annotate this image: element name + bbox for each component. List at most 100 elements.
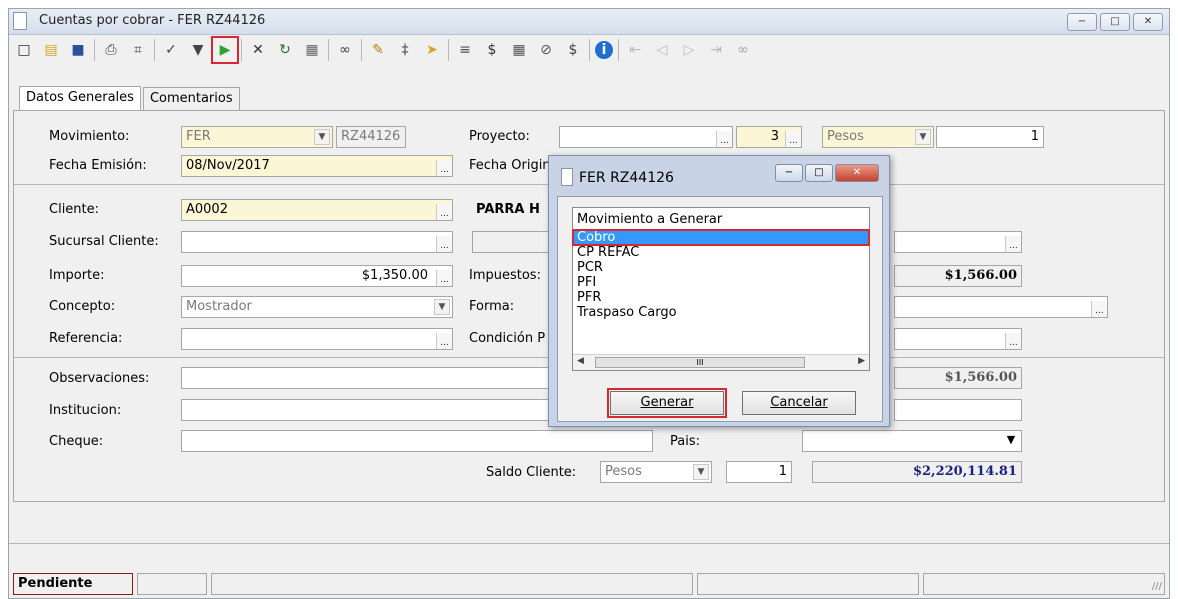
list-item[interactable]: Cobro [572, 229, 870, 246]
tipo-cambio-input[interactable]: 1 [936, 126, 1044, 148]
status-cell [211, 573, 693, 595]
condicion-input[interactable]: ... [894, 328, 1022, 350]
chevron-down-icon[interactable]: ▼ [915, 129, 931, 145]
document-icon [13, 12, 27, 30]
toolbar-separator [618, 39, 619, 61]
institucion-input[interactable] [181, 399, 561, 421]
resize-grip-icon[interactable]: /// [1152, 581, 1162, 592]
tab-comentarios[interactable]: Comentarios [142, 87, 240, 111]
cheque-label: Cheque: [49, 434, 104, 449]
print-icon[interactable]: ⎙ [100, 39, 122, 61]
ellipsis-icon[interactable]: ... [436, 333, 452, 349]
status-cell [697, 573, 919, 595]
list-header: Movimiento a Generar [573, 208, 869, 230]
dollar-icon[interactable]: $ [481, 39, 503, 61]
ellipsis-icon[interactable]: ... [436, 236, 452, 252]
proyecto-number[interactable]: 3... [736, 126, 802, 148]
info-icon[interactable]: i [595, 41, 613, 59]
ellipsis-icon[interactable]: ... [1005, 333, 1021, 349]
filter-icon[interactable]: ▼ [187, 39, 209, 61]
forma-input[interactable]: ... [894, 296, 1108, 318]
generate-dialog: FER RZ44126 − □ ✕ Movimiento a Generar C… [548, 155, 890, 427]
scroll-right-icon[interactable]: ▶ [858, 356, 865, 366]
link-icon[interactable]: ∞ [334, 39, 356, 61]
list-item[interactable]: PFI [573, 275, 869, 290]
observaciones-input[interactable] [181, 367, 561, 389]
saldo-cliente-field: $2,220,114.81 [812, 461, 1022, 483]
cliente-input[interactable]: A0002... [181, 199, 453, 221]
spellcheck-icon[interactable]: ✓ [160, 39, 182, 61]
fecha-emision-input[interactable]: 08/Nov/2017... [181, 155, 453, 177]
tab-datos-generales[interactable]: Datos Generales [19, 86, 141, 110]
cfdi-icon[interactable]: ▦ [301, 39, 323, 61]
prev-record-icon[interactable]: ◁ [651, 39, 673, 61]
next-record-icon[interactable]: ▷ [678, 39, 700, 61]
ellipsis-icon[interactable]: ... [1091, 301, 1107, 317]
fecha-emision-label: Fecha Emisión: [49, 158, 147, 173]
scroll-left-icon[interactable]: ◀ [577, 356, 584, 366]
movimiento-select[interactable]: FER ▼ [181, 126, 333, 148]
attach-icon[interactable]: ‡ [394, 39, 416, 61]
edit-icon[interactable]: ✎ [367, 39, 389, 61]
payment-icon[interactable]: $ [562, 39, 584, 61]
movimiento-list[interactable]: Movimiento a Generar Cobro CP REFAC PCR PFI… [572, 207, 870, 371]
forward-icon[interactable]: ➤ [421, 39, 443, 61]
refresh-icon[interactable]: ↻ [274, 39, 296, 61]
ellipsis-icon[interactable]: ... [1005, 236, 1021, 252]
list-item[interactable]: PFR [573, 290, 869, 305]
concepto-select[interactable]: Mostrador ▼ [181, 296, 453, 318]
tag-icon[interactable]: ⊘ [535, 39, 557, 61]
referencia-label: Referencia: [49, 331, 123, 346]
side-lookup-input[interactable]: ... [894, 231, 1022, 253]
users-icon[interactable]: ∞ [732, 39, 754, 61]
first-record-icon[interactable]: ⇤ [624, 39, 646, 61]
minimize-button[interactable]: − [1067, 13, 1097, 31]
last-record-icon[interactable]: ⇥ [705, 39, 727, 61]
pais-select[interactable]: ▼ [802, 430, 1022, 452]
generar-button[interactable]: Generar [607, 388, 727, 418]
save-icon[interactable]: ■ [67, 39, 89, 61]
sucursal-input[interactable]: ... [181, 231, 453, 253]
window-title: Cuentas por cobrar - FER RZ44126 [39, 13, 266, 28]
proyecto-input[interactable]: ... [559, 126, 733, 148]
saldo-moneda-select[interactable]: Pesos ▼ [600, 461, 712, 483]
new-doc-icon[interactable]: □ [13, 39, 35, 61]
importe-input[interactable]: $1,350.00... [181, 265, 453, 287]
dialog-minimize-button[interactable]: − [775, 164, 803, 182]
importe-label: Importe: [49, 268, 105, 283]
ellipsis-icon[interactable]: ... [716, 131, 732, 147]
calculator-icon[interactable]: ▦ [508, 39, 530, 61]
chevron-down-icon[interactable]: ▼ [434, 299, 450, 315]
list-item[interactable]: CP REFAC [573, 245, 869, 260]
play-affect-icon[interactable]: ▶ [211, 36, 239, 64]
preview-icon[interactable]: ⌗ [127, 39, 149, 61]
referencia-input[interactable]: ... [181, 328, 453, 350]
condicion-label: Condición P [469, 331, 546, 346]
movid-field: RZ44126 [336, 126, 406, 148]
moneda-select[interactable]: Pesos ▼ [822, 126, 934, 148]
toolbar-separator [154, 39, 155, 61]
cancel-icon[interactable]: ✕ [247, 39, 269, 61]
list-item[interactable]: PCR [573, 260, 869, 275]
chevron-down-icon[interactable]: ▼ [1003, 433, 1019, 449]
list-item[interactable]: Traspaso Cargo [573, 305, 869, 320]
cheque-input[interactable] [181, 430, 653, 452]
maximize-button[interactable]: □ [1100, 13, 1130, 31]
ellipsis-icon[interactable]: ... [436, 270, 452, 286]
dialog-maximize-button[interactable]: □ [805, 164, 833, 182]
dialog-body: Movimiento a Generar Cobro CP REFAC PCR PFI… [557, 196, 883, 422]
ellipsis-icon[interactable]: ... [436, 160, 452, 176]
open-folder-icon[interactable]: ▤ [40, 39, 62, 61]
dialog-title: FER RZ44126 [579, 170, 674, 186]
cancelar-button[interactable]: Cancelar [742, 391, 856, 415]
institucion-extra-input[interactable] [894, 399, 1022, 421]
report-icon[interactable]: ≡ [454, 39, 476, 61]
ellipsis-icon[interactable]: ... [436, 204, 452, 220]
horizontal-scrollbar[interactable]: ◀ III ▶ [573, 354, 869, 370]
close-button[interactable]: ✕ [1133, 13, 1163, 31]
ellipsis-icon[interactable]: ... [785, 131, 801, 147]
dialog-close-button[interactable]: ✕ [835, 164, 879, 182]
chevron-down-icon[interactable]: ▼ [693, 464, 709, 480]
chevron-down-icon[interactable]: ▼ [314, 129, 330, 145]
scroll-thumb[interactable]: III [595, 357, 805, 368]
